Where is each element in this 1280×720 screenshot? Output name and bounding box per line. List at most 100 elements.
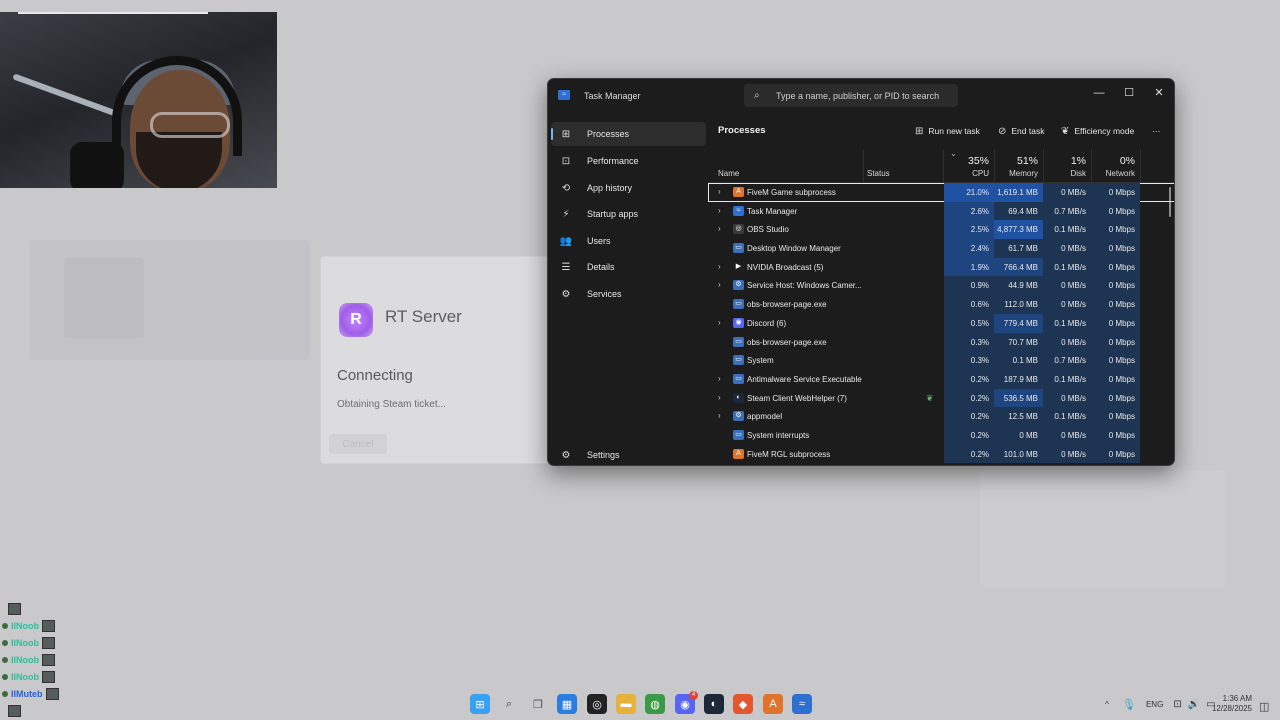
- table-row[interactable]: ▭ obs-browser-page.exe 0.6% 112.0 MB 0 MB/s 0…: [708, 295, 1174, 314]
- table-row[interactable]: › ▭ Antimalware Service Executable 0.2% 187.…: [708, 369, 1174, 389]
- cell-network: 0 Mbps: [1091, 295, 1140, 314]
- sidebar-item-startup-apps[interactable]: ⚡ Startup apps: [551, 202, 706, 226]
- process-icon: ≈: [733, 205, 744, 216]
- disk-label: Disk: [1070, 169, 1086, 178]
- cell-network: 0 Mbps: [1091, 444, 1140, 464]
- process-name: Discord (6): [747, 318, 787, 328]
- table-row[interactable]: ▭ System interrupts 0.2% 0 MB 0 MB/s 0 Mbps: [708, 425, 1174, 445]
- process-icon: ▶: [733, 261, 744, 272]
- cell-disk: 0 MB/s: [1043, 388, 1091, 408]
- discord-icon[interactable]: ◉ 4: [675, 691, 698, 714]
- more-options-button[interactable]: ···: [1152, 123, 1161, 139]
- table-row[interactable]: › ◉ Discord (6) 0.5% 779.4 MB 0.1 MB/s 0 Mbps: [708, 313, 1174, 333]
- expand-chevron-icon[interactable]: ›: [718, 262, 728, 271]
- sidebar-item-app-history[interactable]: ⟲ App history: [551, 176, 706, 200]
- table-row[interactable]: › ≈ Task Manager 2.6% 69.4 MB 0.7 MB/s 0 Mbps: [708, 201, 1174, 221]
- table-row[interactable]: ▭ Desktop Window Manager 2.4% 61.7 MB 0 MB/s…: [708, 239, 1174, 258]
- app-history-icon: ⟲: [561, 182, 571, 194]
- task-view-icon[interactable]: ❐: [528, 694, 548, 714]
- brave-icon[interactable]: ◆: [733, 694, 753, 714]
- sidebar-item-processes[interactable]: ⊞ Processes: [551, 122, 706, 146]
- table-row[interactable]: › ▶ NVIDIA Broadcast (5) 1.9% 766.4 MB 0.1 MB…: [708, 257, 1174, 277]
- chat-username: IINoob: [11, 654, 39, 665]
- table-row[interactable]: › ◎ OBS Studio 2.5% 4,877.3 MB 0.1 MB/s 0 Mbps: [708, 220, 1174, 240]
- obs-icon[interactable]: ◎: [587, 694, 607, 714]
- store-icon[interactable]: ▦: [557, 694, 577, 714]
- table-row[interactable]: ▭ System 0.3% 0.1 MB 0.7 MB/s 0 Mbps: [708, 351, 1174, 370]
- column-divider: [1140, 149, 1141, 183]
- minimize-button[interactable]: —: [1084, 83, 1114, 103]
- details-icon: ☰: [561, 261, 571, 273]
- process-name: Service Host: Windows Camer...: [747, 281, 862, 291]
- search-input[interactable]: [776, 90, 956, 101]
- cpu-total-percent: 35%: [967, 155, 989, 167]
- table-row[interactable]: A FiveM RGL subprocess 0.2% 101.0 MB 0 MB/s 0…: [708, 444, 1174, 464]
- expand-chevron-icon[interactable]: ›: [718, 411, 728, 420]
- process-icon: ▭: [733, 243, 744, 254]
- notifications-icon[interactable]: ◫: [1259, 700, 1269, 713]
- expand-chevron-icon[interactable]: ›: [718, 187, 728, 196]
- column-header-name[interactable]: Name: [718, 169, 739, 178]
- table-row[interactable]: ▭ obs-browser-page.exe 0.3% 70.7 MB 0 MB/s 0 …: [708, 332, 1174, 352]
- file-explorer-icon[interactable]: ▬: [616, 694, 636, 714]
- sidebar-item-users[interactable]: 👥 Users: [551, 229, 706, 253]
- expand-chevron-icon[interactable]: ›: [718, 374, 728, 383]
- expand-chevron-icon[interactable]: ›: [718, 393, 728, 402]
- table-row[interactable]: › ⚙ Service Host: Windows Camer... 0.9% 44.9…: [708, 276, 1174, 296]
- search-box[interactable]: ⌕: [744, 84, 958, 107]
- process-table: › A FiveM Game subprocess 21.0% 1,619.1 MB 0 …: [708, 183, 1174, 464]
- efficiency-mode-button[interactable]: ❦ Efficiency mode: [1061, 123, 1134, 139]
- chat-thumbnail: [42, 619, 55, 632]
- process-icon: A: [733, 448, 744, 459]
- volume-icon[interactable]: 🔊: [1188, 699, 1200, 710]
- cell-network: 0 Mbps: [1091, 425, 1140, 445]
- cell-disk: 0 MB/s: [1043, 425, 1091, 445]
- cell-disk: 0 MB/s: [1043, 295, 1091, 314]
- cell-network: 0 Mbps: [1091, 369, 1140, 389]
- cell-cpu: 0.2%: [944, 425, 994, 445]
- sidebar-item-services[interactable]: ⚙ Services: [551, 282, 706, 306]
- network-icon[interactable]: ⊡: [1173, 699, 1181, 710]
- task-manager-icon[interactable]: ≈: [792, 694, 812, 714]
- chat-line: [2, 600, 122, 617]
- tray-overflow-chevron-icon[interactable]: ^: [1100, 700, 1114, 709]
- column-header-cpu[interactable]: 35% CPU: [944, 149, 989, 183]
- chrome-icon[interactable]: ◍: [645, 694, 665, 714]
- chat-status-dot: [2, 656, 8, 663]
- microphone-icon[interactable]: 🎙: [1122, 698, 1136, 711]
- cancel-button[interactable]: Cancel: [329, 434, 387, 454]
- search-icon: ⌕: [754, 90, 760, 101]
- cell-network: 0 Mbps: [1091, 183, 1140, 202]
- column-header-disk[interactable]: 1% Disk: [1043, 149, 1086, 183]
- efficiency-mode-label: Efficiency mode: [1074, 126, 1135, 136]
- table-row[interactable]: › A FiveM Game subprocess 21.0% 1,619.1 MB 0 …: [708, 183, 1174, 202]
- clock[interactable]: 1:36 AM 12/28/2025: [1208, 694, 1252, 714]
- cell-memory: 101.0 MB: [994, 444, 1043, 464]
- steam-icon[interactable]: ◐: [704, 694, 724, 714]
- chat-username: [2, 604, 5, 614]
- expand-chevron-icon[interactable]: ›: [718, 318, 728, 327]
- cpu-label: CPU: [972, 169, 989, 178]
- table-row[interactable]: › ⚙ appmodel 0.2% 12.5 MB 0.1 MB/s 0 Mbps: [708, 407, 1174, 426]
- sidebar-item-settings[interactable]: ⚙ Settings: [551, 443, 706, 465]
- expand-chevron-icon[interactable]: ›: [718, 206, 728, 215]
- run-new-task-button[interactable]: ⊞ Run new task: [915, 123, 980, 139]
- table-row[interactable]: › ◐ Steam Client WebHelper (7) ❦ 0.2% 536.5 M…: [708, 388, 1174, 408]
- search-icon[interactable]: ⌕: [499, 694, 519, 714]
- maximize-button[interactable]: ☐: [1114, 83, 1144, 103]
- column-header-network[interactable]: 0% Network: [1091, 149, 1135, 183]
- end-task-button[interactable]: ⊘ End task: [998, 123, 1044, 139]
- sidebar-item-details[interactable]: ☰ Details: [551, 255, 706, 279]
- sidebar-item-performance[interactable]: ⊡ Performance: [551, 149, 706, 173]
- cell-disk: 0.7 MB/s: [1043, 351, 1091, 370]
- column-header-memory[interactable]: 51% Memory: [994, 149, 1038, 183]
- expand-chevron-icon[interactable]: ›: [718, 280, 728, 289]
- expand-chevron-icon[interactable]: ›: [718, 224, 728, 233]
- start-icon[interactable]: ⊞: [470, 694, 490, 714]
- language-indicator[interactable]: ENG: [1146, 700, 1163, 709]
- title-bar[interactable]: ≈ Task Manager ⌕ — ☐ ✕: [548, 79, 1174, 113]
- close-button[interactable]: ✕: [1144, 83, 1174, 103]
- chat-username: IINoob: [11, 620, 39, 631]
- column-header-status[interactable]: Status: [867, 169, 890, 178]
- fivem-icon[interactable]: A: [763, 694, 783, 714]
